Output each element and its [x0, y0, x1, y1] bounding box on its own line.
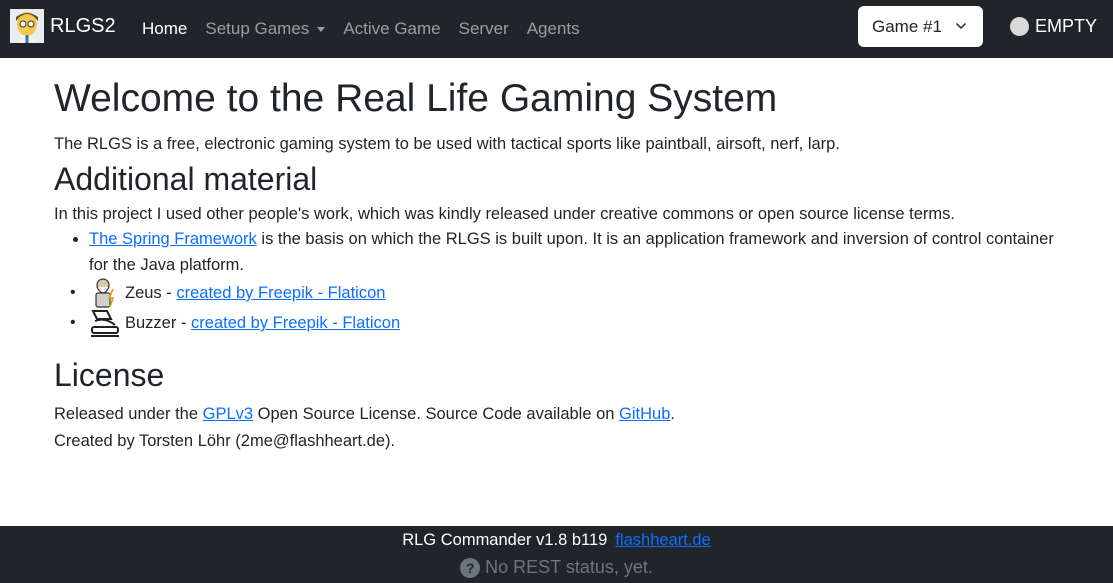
license-mid: Open Source License. Source Code availab…: [253, 405, 620, 423]
zeus-name: Zeus -: [125, 284, 177, 302]
license-heading: License: [54, 357, 165, 393]
list-item-buzzer: Buzzer - created by Freepik - Flaticon: [70, 308, 1064, 338]
license-post: .: [670, 405, 675, 423]
brand-link[interactable]: RLGS2: [10, 9, 116, 43]
chevron-down-icon: [955, 22, 967, 30]
brand-logo-icon: [10, 9, 44, 43]
buzzer-credit-link[interactable]: created by Freepik - Flaticon: [191, 310, 400, 336]
main-content: Welcome to the Real Life Gaming System T…: [54, 76, 1064, 455]
status-text: EMPTY: [1035, 16, 1098, 36]
nav-setup-games-label: Setup Games: [205, 19, 310, 38]
version-text: RLG Commander v1.8 b119: [402, 531, 608, 549]
list-item-spring: The Spring Framework is the basis on whi…: [89, 226, 1064, 278]
additional-heading: Additional material: [54, 161, 318, 197]
buzzer-icon: [91, 310, 119, 337]
additional-intro: In this project I used other people's wo…: [54, 205, 955, 223]
footer: RLG Commander v1.8 b119 flashheart.de ? N…: [0, 526, 1113, 583]
list-item-zeus: Zeus - created by Freepik - Flaticon: [70, 278, 1064, 308]
game-select-value: Game #1: [872, 16, 942, 36]
material-list: The Spring Framework is the basis on whi…: [54, 226, 1064, 338]
zeus-icon: [95, 278, 115, 308]
license-pre: Released under the: [54, 405, 203, 423]
navbar: RLGS2 Home Setup Games Active Game Serve…: [0, 0, 1113, 58]
rest-status-text: No REST status, yet.: [485, 557, 653, 577]
nav-home[interactable]: Home: [142, 19, 187, 39]
flashheart-link[interactable]: flashheart.de: [615, 531, 710, 549]
status-dot-icon: [1010, 17, 1029, 36]
created-by-text: Created by Torsten Löhr (2me@flashheart.…: [54, 432, 396, 450]
zeus-credit-link[interactable]: created by Freepik - Flaticon: [176, 280, 385, 306]
intro-text: The RLGS is a free, electronic gaming sy…: [54, 135, 840, 153]
buzzer-name: Buzzer -: [125, 314, 192, 332]
nav-server[interactable]: Server: [459, 19, 509, 39]
license-text: Released under the GPLv3 Open Source Lic…: [54, 401, 1064, 455]
nav-setup-games[interactable]: Setup Games: [205, 19, 326, 39]
game-status: EMPTY: [1010, 16, 1097, 37]
nav-links: Home Setup Games Active Game Server Agen…: [142, 0, 598, 58]
question-circle-icon: ?: [460, 557, 481, 578]
page-title: Welcome to the Real Life Gaming System: [54, 77, 778, 120]
game-select[interactable]: Game #1: [858, 6, 983, 47]
nav-agents[interactable]: Agents: [527, 19, 580, 39]
nav-active-game[interactable]: Active Game: [343, 19, 440, 39]
footer-version-line: RLG Commander v1.8 b119 flashheart.de: [0, 530, 1113, 550]
rest-status-line: ? No REST status, yet.: [0, 557, 1113, 578]
gplv3-link[interactable]: GPLv3: [203, 405, 253, 423]
brand-name: RLGS2: [50, 14, 116, 37]
caret-down-icon: [317, 26, 326, 32]
spring-link[interactable]: The Spring Framework: [89, 230, 257, 248]
github-link[interactable]: GitHub: [619, 405, 670, 423]
